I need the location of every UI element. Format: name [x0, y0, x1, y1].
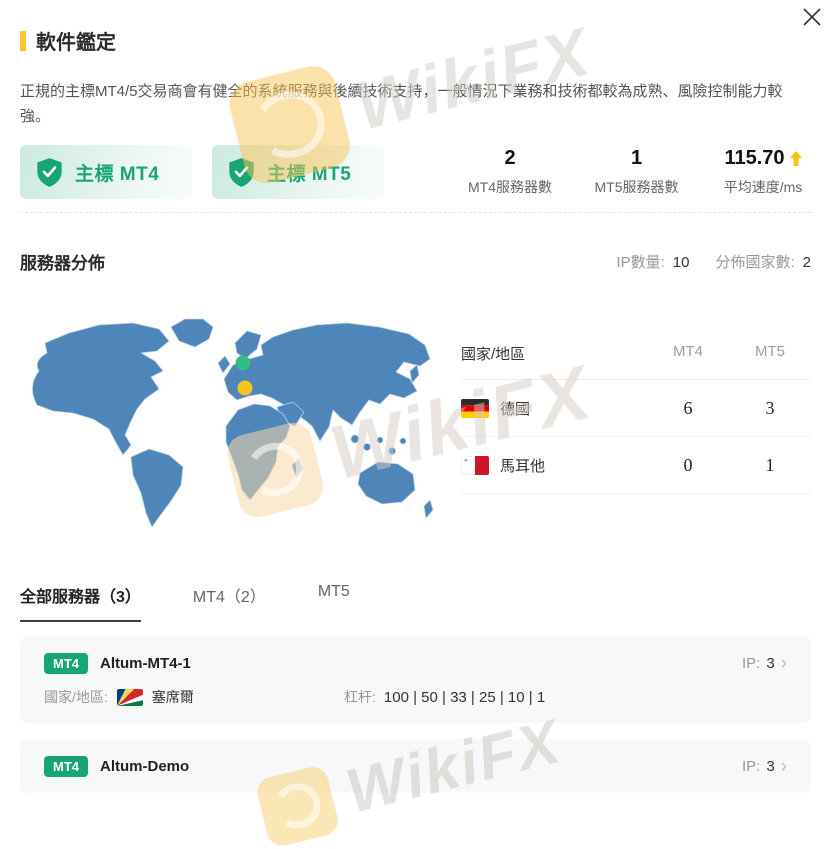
- chevron-right-icon: ›: [780, 653, 787, 675]
- page-title: 軟件鑑定: [36, 32, 116, 54]
- stat-speed-label: 平均速度/ms: [723, 179, 803, 196]
- server-name: Altum-Demo: [100, 758, 190, 776]
- map-madagascar: [291, 457, 304, 479]
- tab-mt4[interactable]: MT4（2）: [193, 583, 266, 622]
- mt5-badge-label: 主標 MT5: [267, 163, 352, 185]
- ip-label: IP:: [741, 758, 761, 776]
- server-card-altum-demo: MT4 Altum-Demo IP: 3 ›: [20, 739, 811, 794]
- mt5-count: 3: [765, 397, 775, 418]
- ip-label: IP:: [741, 655, 761, 673]
- country-label: 國家/地區:: [44, 689, 108, 706]
- map-south-america: [130, 448, 184, 528]
- stat-mt4-label: MT4服務器數: [468, 179, 552, 196]
- close-icon[interactable]: [801, 6, 823, 28]
- server-tabs: 全部服務器（3） MT4（2） MT5: [20, 583, 811, 623]
- map-north-america: [32, 322, 170, 456]
- server-card-altum-mt4-1: MT4 Altum-MT4-1 IP: 3 › 國家/地區: 塞席爾 杠杆: 1…: [20, 636, 811, 724]
- leverage-info: 杠杆: 100 | 50 | 33 | 25 | 10 | 1: [344, 687, 545, 707]
- distribution-header: 服務器分佈 IP數量: 10 分佈國家數: 2: [20, 249, 811, 274]
- ip-link[interactable]: IP: 3 ›: [742, 757, 787, 776]
- tab-mt5[interactable]: MT5: [318, 583, 350, 622]
- seychelles-flag-icon: [116, 688, 143, 706]
- col-mt4-header: MT4: [673, 343, 703, 361]
- badge-stats-row: 主標 MT4 主標 MT5 2 MT4服務器數 1 MT5服務器數 115.70: [20, 145, 811, 200]
- section-divider: [20, 212, 811, 214]
- mt5-count: 1: [765, 454, 775, 475]
- software-description: 正規的主標MT4/5交易商會有健全的系統服務與後續技術支持，一般情況下業務和技術…: [20, 83, 783, 126]
- stat-mt4-value: 2: [504, 147, 516, 170]
- country-table: 國家/地區 MT4 MT5 德國 6 3 馬耳他 0 1: [461, 313, 811, 529]
- distribution-title: 服務器分佈: [20, 254, 105, 274]
- server-name: Altum-MT4-1: [100, 655, 191, 673]
- mt4-badge-label: 主標 MT4: [75, 163, 160, 185]
- speed-number: 115.70: [724, 147, 785, 170]
- mt5-certified-badge: 主標 MT5: [212, 145, 384, 200]
- table-row-germany: 德國 6 3: [461, 380, 811, 438]
- section-header-software: 軟件鑑定: [20, 0, 811, 55]
- trend-up-icon: [789, 151, 802, 167]
- ip-value: 3: [766, 655, 775, 673]
- server-stats: 2 MT4服務器數 1 MT5服務器數 115.70 平均速度/ms: [404, 147, 811, 197]
- map-australia: [357, 461, 416, 505]
- ip-count: IP數量: 10: [616, 254, 690, 272]
- leverage-values: 100 | 50 | 33 | 25 | 10 | 1: [383, 688, 546, 706]
- ip-value: 3: [766, 758, 775, 776]
- title-accent-bar: [20, 30, 26, 51]
- malta-marker: [237, 380, 253, 396]
- map-africa: [225, 403, 291, 501]
- leverage-label: 杠杆:: [344, 689, 376, 706]
- ip-link[interactable]: IP: 3 ›: [742, 654, 787, 673]
- germany-flag-icon: [461, 398, 489, 418]
- mt4-certified-badge: 主標 MT4: [20, 145, 192, 200]
- stat-mt5-label: MT5服務器數: [594, 179, 679, 196]
- map-uk: [217, 355, 231, 374]
- stat-mt4-servers: 2 MT4服務器數: [462, 147, 558, 197]
- map-new-zealand: [423, 499, 434, 519]
- map-japan: [409, 364, 420, 384]
- table-row-malta: 馬耳他 0 1: [461, 437, 811, 495]
- col-country-header: 國家/地區: [461, 346, 526, 364]
- map-scandinavia: [234, 330, 262, 360]
- country-name: 德國: [500, 400, 531, 418]
- world-map: [25, 313, 439, 529]
- country-count: 分佈國家數: 2: [715, 254, 811, 272]
- country-table-header: 國家/地區 MT4 MT5: [461, 343, 811, 381]
- tab-all-servers[interactable]: 全部服務器（3）: [20, 583, 141, 623]
- germany-marker: [235, 355, 251, 371]
- mt4-count: 0: [683, 454, 693, 475]
- server-type-badge: MT4: [44, 756, 88, 778]
- mt4-count: 6: [683, 397, 693, 418]
- shield-check-icon: [37, 157, 62, 187]
- stat-mt5-value: 1: [630, 147, 643, 170]
- country-name: 馬耳他: [500, 457, 546, 475]
- stat-avg-speed: 115.70 平均速度/ms: [715, 147, 811, 197]
- server-country: 塞席爾: [151, 689, 194, 706]
- malta-flag-icon: [461, 455, 489, 475]
- col-mt5-header: MT5: [755, 343, 785, 361]
- shield-check-icon: [229, 157, 254, 187]
- map-greenland: [170, 318, 214, 348]
- stat-speed-value: 115.70: [715, 147, 811, 170]
- chevron-right-icon: ›: [780, 756, 787, 778]
- distribution-meta: IP數量: 10 分佈國家數: 2: [616, 251, 811, 272]
- server-type-badge: MT4: [44, 653, 88, 675]
- stat-mt5-servers: 1 MT5服務器數: [589, 147, 685, 197]
- distribution-body: 國家/地區 MT4 MT5 德國 6 3 馬耳他 0 1: [20, 313, 811, 529]
